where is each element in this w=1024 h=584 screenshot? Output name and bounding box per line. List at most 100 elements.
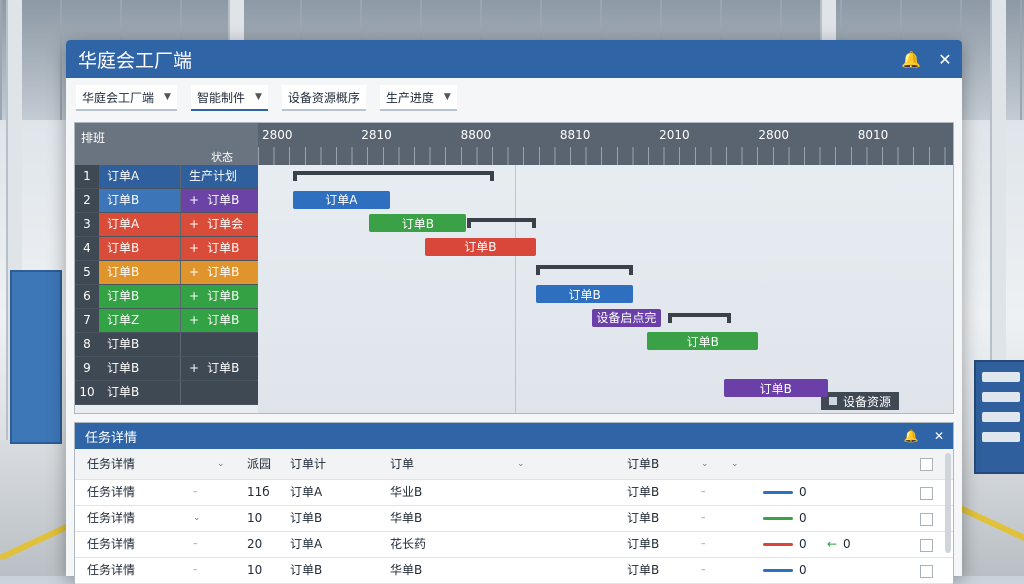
- task-bar[interactable]: 设备启点完: [591, 308, 662, 327]
- plus-icon[interactable]: +: [189, 217, 199, 231]
- row-checkbox[interactable]: [920, 539, 933, 552]
- order-label: 订单B: [99, 357, 181, 380]
- gantt-row[interactable]: 4 订单B + 订单B: [75, 237, 258, 261]
- plus-icon[interactable]: +: [189, 241, 199, 255]
- drawer: [982, 412, 1020, 422]
- task-details-panel: 任务详情 🔔 ✕ 任务详情 ⌄ 派园 订单计 订单 ⌄ 订单B ⌄ ⌄ 任务详情…: [74, 422, 954, 584]
- task-name: 任务详情: [87, 537, 136, 551]
- gantt-row[interactable]: 9 订单B + 订单B: [75, 357, 258, 381]
- table-row[interactable]: 任务详情 11б 订单A 华业B 订单B – – 0: [75, 480, 953, 506]
- dash-icon: –: [701, 487, 706, 497]
- task-bar[interactable]: 订单B: [424, 237, 536, 256]
- plus-icon[interactable]: +: [189, 289, 199, 303]
- task-bar[interactable]: 订单B: [369, 214, 467, 233]
- resource-legend-chip[interactable]: 设备资源: [820, 392, 899, 410]
- table-row[interactable]: 任务详情 10 订单B 华单B 订单B ⌄ – 0: [75, 506, 953, 532]
- gantt-chart: 排班 状态 2800 2810 8800 8810 2010 2800 8010 1 订单A 生…: [74, 122, 954, 414]
- order-label: 订单B: [99, 381, 181, 404]
- plus-icon[interactable]: +: [189, 313, 199, 327]
- close-icon[interactable]: ✕: [928, 50, 962, 69]
- dash-icon[interactable]: –: [193, 558, 198, 583]
- gantt-row[interactable]: 5 订单B + 订单B: [75, 261, 258, 285]
- parts-dropdown[interactable]: 智能制件 ▼: [190, 85, 268, 111]
- summary-bar[interactable]: [292, 171, 495, 181]
- task-line: 华业B: [390, 485, 423, 499]
- chevron-down-icon[interactable]: ⌄: [217, 449, 225, 479]
- plus-icon[interactable]: +: [189, 193, 199, 207]
- gantt-row[interactable]: 10 订单B: [75, 381, 258, 405]
- select-all-checkbox[interactable]: [920, 458, 933, 471]
- dash-icon: –: [701, 565, 706, 575]
- task-rows: 任务详情 11б 订单A 华业B 订单B – –0 任务详情 10 订单B 华单B 订单B ⌄ –0 任务详…: [75, 480, 953, 584]
- corner-sublabel: 状态: [211, 151, 233, 164]
- scrollbar[interactable]: [945, 453, 951, 553]
- bell-icon[interactable]: 🔔: [897, 429, 925, 443]
- plan-label: 订单B: [207, 193, 240, 207]
- close-icon[interactable]: ✕: [925, 429, 953, 443]
- task-count: 10: [247, 563, 263, 577]
- order-label: 订单B: [99, 333, 181, 356]
- order-label: 订单B: [99, 189, 181, 212]
- col-header: 订单计: [290, 457, 327, 471]
- plus-icon[interactable]: +: [189, 361, 199, 375]
- summary-bar[interactable]: [536, 265, 634, 276]
- task-bar[interactable]: 订单B: [647, 332, 759, 351]
- row-number: 6: [75, 285, 99, 308]
- chevron-down-icon[interactable]: ⌄: [193, 506, 201, 531]
- gantt-corner: 排班 状态: [75, 123, 258, 165]
- resource-dropdown[interactable]: 设备资源概序: [281, 85, 366, 111]
- task-count: 11б: [247, 485, 270, 499]
- gantt-row[interactable]: 2 订单B + 订单B: [75, 189, 258, 213]
- task-name: 任务详情: [87, 511, 136, 525]
- progress-line: [763, 543, 793, 546]
- table-row[interactable]: 任务详情 20 订单A 花长药 订单B – – 0 ← 0: [75, 532, 953, 558]
- plan-label: 订单B: [207, 313, 240, 327]
- chevron-down-icon[interactable]: ⌄: [701, 449, 709, 479]
- gantt-row[interactable]: 3 订单A + 订单会: [75, 213, 258, 237]
- plan-cell: + 订单B: [181, 357, 258, 380]
- timeline-year-label: 8810: [559, 128, 591, 142]
- row-checkbox[interactable]: [920, 487, 933, 500]
- factory-dropdown[interactable]: 华庭会工厂端 ▼: [76, 85, 177, 111]
- chevron-down-icon[interactable]: ⌄: [731, 449, 739, 479]
- col-header: 订单B: [627, 457, 660, 471]
- gantt-row[interactable]: 8 订单B: [75, 333, 258, 357]
- dash-icon: –: [701, 513, 706, 523]
- timeline-year-label: 2810: [361, 128, 392, 142]
- task-order-b: 订单B: [627, 511, 660, 525]
- row-number: 8: [75, 333, 99, 356]
- task-name: 任务详情: [87, 563, 136, 577]
- plus-icon[interactable]: +: [189, 265, 199, 279]
- dash-icon[interactable]: –: [193, 532, 198, 557]
- row-number: 1: [75, 165, 99, 188]
- plan-cell: 生产计划: [181, 165, 258, 188]
- dash-icon[interactable]: –: [193, 480, 198, 505]
- timeline-ticks: [258, 147, 953, 165]
- row-number: 10: [75, 381, 99, 404]
- progress-dropdown[interactable]: 生产进度 ▼: [379, 85, 457, 111]
- gantt-row[interactable]: 1 订单A 生产计划: [75, 165, 258, 189]
- task-bar[interactable]: 订单B: [723, 379, 828, 398]
- chevron-down-icon[interactable]: ⌄: [517, 449, 525, 479]
- summary-bar[interactable]: [668, 312, 731, 323]
- summary-bar[interactable]: [466, 218, 536, 229]
- row-checkbox[interactable]: [920, 513, 933, 526]
- dropdown-label: 生产进度: [385, 90, 434, 105]
- gantt-row[interactable]: 6 订单B + 订单B: [75, 285, 258, 309]
- drawer: [982, 432, 1020, 442]
- bell-icon[interactable]: 🔔: [894, 50, 928, 69]
- plan-cell: + 订单B: [181, 285, 258, 308]
- plan-cell: [181, 381, 258, 404]
- table-row[interactable]: 任务详情 10 订单B 华单B 订单B – – 0: [75, 558, 953, 584]
- task-bar[interactable]: 订单A: [292, 190, 391, 209]
- task-bar[interactable]: 订单B: [536, 285, 634, 303]
- row-checkbox[interactable]: [920, 565, 933, 578]
- col-header: 派园: [247, 457, 272, 471]
- progress-line: [763, 569, 793, 572]
- row-number: 4: [75, 237, 99, 260]
- chevron-down-icon: ▼: [443, 92, 451, 102]
- arrow-left-icon: ←: [827, 537, 838, 551]
- task-order: 订单B: [290, 511, 323, 525]
- task-order: 订单B: [290, 563, 323, 577]
- gantt-row[interactable]: 7 订单Z + 订单B: [75, 309, 258, 333]
